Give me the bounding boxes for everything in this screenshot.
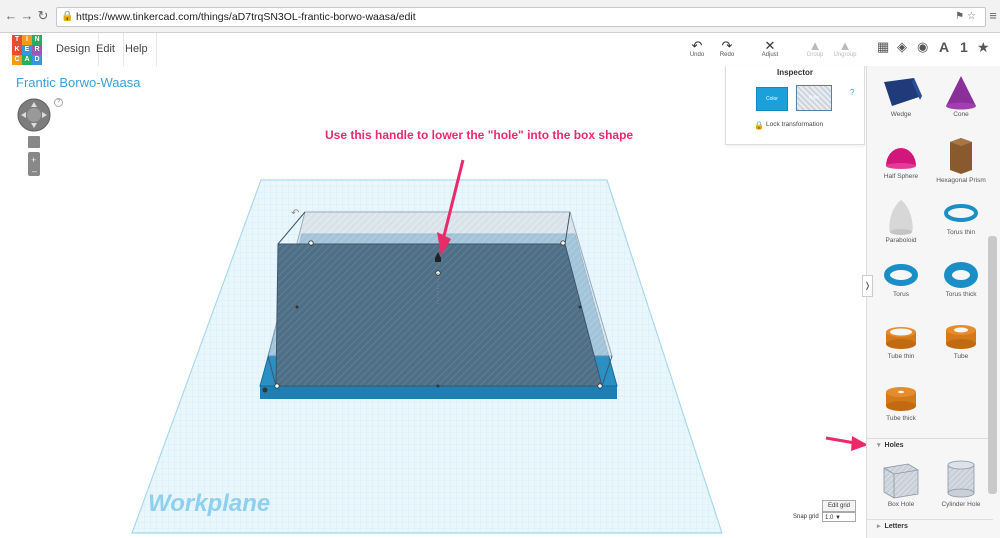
panel-scrollbar[interactable]	[988, 236, 997, 494]
torus-icon	[884, 264, 918, 286]
shape-torus-thin[interactable]: Torus thin	[931, 198, 991, 260]
tube-icon	[946, 325, 976, 349]
tinkercad-logo[interactable]: TINKERCAD	[12, 35, 42, 65]
logo-letter: E	[22, 45, 32, 55]
logo-letter: K	[12, 45, 22, 55]
section-letters[interactable]: ▸ Letters	[867, 519, 993, 534]
holes-arrow	[851, 436, 866, 451]
padlock-icon[interactable]: 🔒	[754, 121, 764, 130]
chevron-right-icon: ▸	[877, 523, 881, 530]
shape-tube-thick[interactable]: Tube thick	[871, 384, 931, 446]
shape-torus-thick[interactable]: Torus thick	[931, 260, 991, 322]
shape-paraboloid[interactable]: Paraboloid	[871, 198, 931, 260]
color-button[interactable]: Color	[756, 87, 788, 111]
svg-text:+: +	[31, 155, 36, 165]
tab-cube-icon[interactable]: ◈	[897, 39, 907, 55]
paraboloid-icon	[889, 200, 913, 235]
inspector-panel: Inspector Color Hole ? 🔒 Lock transforma…	[725, 66, 865, 145]
lock-icon: 🔒	[61, 11, 74, 22]
tube-thick-icon	[886, 387, 916, 411]
hexagonal-prism-icon	[950, 138, 972, 174]
adjust-icon: ✕	[764, 38, 776, 53]
view-navigation: + –	[17, 98, 51, 176]
wedge-icon	[884, 78, 922, 106]
shape-wedge[interactable]: Wedge	[871, 74, 931, 136]
logo-letter: T	[12, 35, 22, 45]
app-header: TINKERCAD Design Edit Help ↶ Undo ↷ Redo ✕…	[0, 33, 1000, 67]
logo-letter: A	[22, 55, 32, 65]
logo-letter: N	[32, 35, 42, 45]
reload-icon[interactable]: ↻	[36, 9, 50, 23]
undo-icon: ↶	[691, 38, 703, 53]
annotation-text: Use this handle to lower the "hole" into…	[325, 128, 634, 142]
half-sphere-icon	[886, 148, 916, 169]
back-arrow-icon[interactable]: ←	[4, 9, 18, 23]
adjust-button[interactable]: ✕ Adjust	[753, 38, 787, 58]
bookmark-star-icon[interactable]: ⚑☆	[955, 9, 979, 24]
shape-hexagonal-prism[interactable]: Hexagonal Prism	[931, 136, 991, 198]
shape-half-sphere[interactable]: Half Sphere	[871, 136, 931, 198]
ungroup-button[interactable]: ▲ Ungroup	[828, 38, 862, 58]
torus-thin-icon	[944, 204, 978, 222]
logo-letter: I	[22, 35, 32, 45]
inspector-help-icon[interactable]: ?	[850, 88, 854, 97]
help-icon[interactable]: ?	[54, 98, 63, 107]
tab-favorites-icon[interactable]: ★	[977, 39, 990, 56]
logo-letter: C	[12, 55, 22, 65]
shape-tube[interactable]: Tube	[931, 322, 991, 384]
shapes-panel: ▦ ◈ ◉ A 1 ★ Wedge Cone Half Sphere Hexag…	[866, 39, 1000, 538]
ungroup-icon: ▲	[838, 38, 852, 53]
cylinder-hole-icon	[947, 460, 975, 498]
logo-letter: D	[32, 55, 42, 65]
box-hole-icon	[883, 463, 919, 499]
chevron-down-icon: ▾	[877, 442, 881, 449]
browser-menu-icon[interactable]: ≡	[986, 9, 1000, 23]
cone-icon	[946, 76, 976, 110]
design-title[interactable]: Frantic Borwo-Waasa	[16, 75, 141, 90]
forward-arrow-icon[interactable]: →	[20, 9, 34, 23]
workplane-label: Workplane	[148, 490, 270, 517]
menu-help[interactable]: Help	[117, 33, 157, 66]
lock-transformation-label: Lock transformation	[766, 121, 824, 128]
tube-thin-icon	[886, 327, 916, 349]
address-bar[interactable]: 🔒 https://www.tinkercad.com/things/aD7tr…	[56, 7, 986, 27]
tab-sphere-icon[interactable]: ◉	[917, 39, 928, 55]
tab-grid-icon[interactable]: ▦	[877, 39, 889, 55]
shape-torus[interactable]: Torus	[871, 260, 931, 322]
shape-box-hole[interactable]: Box Hole	[871, 458, 931, 520]
hole-shape-front	[275, 243, 603, 387]
redo-icon: ↷	[721, 38, 733, 53]
collapse-panel-button[interactable]: ❭	[862, 275, 873, 297]
logo-letter: R	[32, 45, 42, 55]
redo-button[interactable]: ↷ Redo	[710, 38, 744, 58]
browser-toolbar: ← → ↻ 🔒 https://www.tinkercad.com/things…	[0, 0, 1000, 33]
shape-cylinder-hole[interactable]: Cylinder Hole	[931, 458, 991, 520]
torus-thick-icon	[944, 262, 978, 288]
undo-button[interactable]: ↶ Undo	[680, 38, 714, 58]
hole-button[interactable]: Hole	[796, 85, 832, 111]
url-text: https://www.tinkercad.com/things/aD7trqS…	[76, 11, 416, 23]
group-button[interactable]: ▲ Group	[798, 38, 832, 58]
tab-numbers[interactable]: 1	[960, 39, 968, 55]
svg-text:–: –	[32, 166, 37, 176]
svg-text:↶: ↶	[291, 208, 299, 219]
tab-letters[interactable]: A	[939, 39, 949, 55]
snap-grid-label: Snap grid	[793, 514, 819, 520]
group-icon: ▲	[808, 38, 822, 53]
shape-cone[interactable]: Cone	[931, 74, 991, 136]
inspector-title: Inspector	[776, 68, 813, 77]
section-holes[interactable]: ▾ Holes	[867, 438, 993, 453]
snap-grid-select[interactable]: 1.0 ▼	[822, 512, 856, 522]
edit-grid-button[interactable]: Edit grid	[822, 500, 856, 512]
shape-tube-thin[interactable]: Tube thin	[871, 322, 931, 384]
